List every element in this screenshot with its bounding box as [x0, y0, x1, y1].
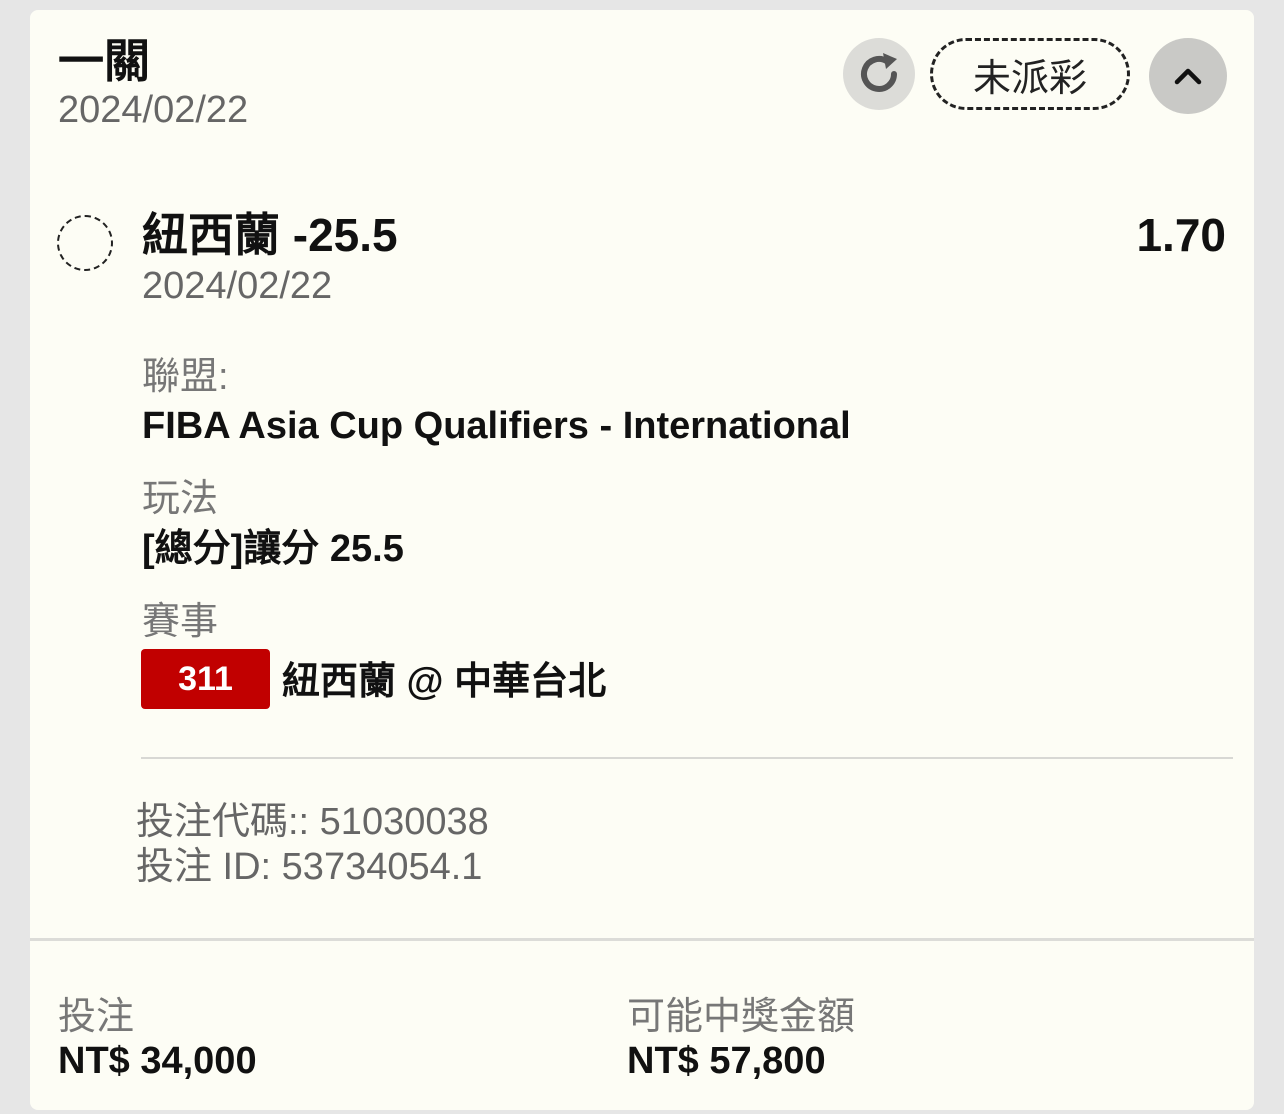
- chevron-up-icon: [1174, 68, 1202, 85]
- event-id-badge: 311: [141, 649, 270, 709]
- payout-label: 可能中獎金額: [627, 996, 856, 1038]
- payout-value: NT$ 57,800: [627, 1040, 826, 1082]
- selection-status-icon: [57, 215, 113, 271]
- footer-divider: [30, 938, 1254, 941]
- selection-date: 2024/02/22: [142, 265, 333, 307]
- bet-date: 2024/02/22: [58, 89, 249, 131]
- selection-odds: 1.70: [1136, 209, 1226, 261]
- refresh-button[interactable]: [843, 38, 915, 110]
- bet-id: 投注 ID: 53734054.1: [136, 846, 483, 888]
- collapse-button[interactable]: [1149, 38, 1227, 114]
- market-label: 玩法: [142, 478, 219, 520]
- bet-type-title: 一關: [58, 35, 150, 87]
- stake-value: NT$ 34,000: [58, 1040, 257, 1082]
- stake-label: 投注: [58, 996, 135, 1038]
- selection-name: 紐西蘭 -25.5: [142, 209, 398, 261]
- league-label: 聯盟:: [142, 356, 229, 398]
- event-name: 紐西蘭 @ 中華台北: [282, 661, 607, 703]
- bet-code: 投注代碼:: 51030038: [136, 801, 489, 843]
- bet-card: 一關 2024/02/22 未派彩 紐西蘭 -25.5 1.70 2024/02…: [30, 10, 1254, 1110]
- market-value: [總分]讓分 25.5: [142, 528, 404, 570]
- league-value: FIBA Asia Cup Qualifiers - International: [142, 405, 851, 447]
- status-badge: 未派彩: [930, 38, 1130, 110]
- divider: [141, 757, 1233, 759]
- refresh-icon: [861, 53, 897, 92]
- event-label: 賽事: [142, 601, 219, 643]
